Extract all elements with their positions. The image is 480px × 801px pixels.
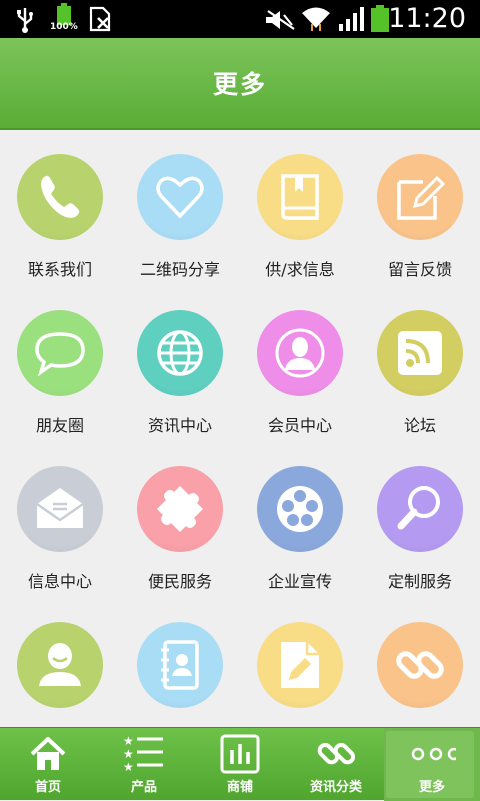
- tab-more[interactable]: 更多: [384, 728, 480, 801]
- rss-icon: [377, 310, 463, 396]
- tab-shops[interactable]: 商铺: [192, 728, 288, 801]
- globe-icon: [137, 310, 223, 396]
- feature-grid: 联系我们 二维码分享 供/求信息 留言反馈 朋友圈 资讯中心 会员中心 论坛 信…: [0, 132, 480, 728]
- grid-item-contacts[interactable]: [120, 600, 240, 728]
- user-profile-icon: [257, 310, 343, 396]
- grid-item-supply-demand[interactable]: 供/求信息: [240, 132, 360, 288]
- grid-item-contact-us[interactable]: 联系我们: [0, 132, 120, 288]
- grid-item-label: 企业宣传: [267, 572, 332, 591]
- tab-home[interactable]: 首页: [0, 728, 96, 801]
- battery-icon: [371, 5, 389, 32]
- title-bar: 更多: [0, 38, 480, 130]
- book-icon: [257, 154, 343, 240]
- signal-icon: [339, 7, 364, 31]
- magnifier-icon: [377, 466, 463, 552]
- list-stars-icon: ★★★: [123, 734, 163, 774]
- grid-item-forum[interactable]: 论坛: [360, 288, 480, 444]
- phone-icon: [17, 154, 103, 240]
- tab-news-categories[interactable]: 资讯分类: [288, 728, 384, 801]
- wifi-icon: [302, 7, 330, 31]
- chat-bubble-icon: [17, 310, 103, 396]
- sim-card-icon: [89, 6, 111, 32]
- link-icon: [317, 742, 356, 765]
- grid-item-message-center[interactable]: 信息中心: [0, 444, 120, 600]
- edit-icon: [377, 154, 463, 240]
- grid-item-link[interactable]: [360, 600, 480, 728]
- tab-label: 产品: [130, 780, 157, 795]
- person-icon: [17, 622, 103, 708]
- tab-label: 资讯分类: [309, 780, 362, 795]
- grid-item-member-center[interactable]: 会员中心: [240, 288, 360, 444]
- svg-text:★: ★: [123, 760, 134, 774]
- home-icon: [30, 737, 66, 770]
- grid-item-label: 会员中心: [267, 416, 332, 435]
- tab-products[interactable]: ★ ★ ★ 产品: [96, 728, 192, 801]
- heart-icon: [137, 154, 223, 240]
- tab-label: 商铺: [226, 780, 253, 795]
- bottom-tab-bar: 首页 ★ ★ ★ 产品 商铺 资讯分类 更多: [0, 727, 480, 801]
- grid-item-user[interactable]: [0, 600, 120, 728]
- grid-item-label: 供/求信息: [265, 260, 335, 279]
- grid-item-label: 联系我们: [27, 260, 92, 279]
- mute-icon: [266, 10, 295, 30]
- svg-text:★: ★: [123, 747, 134, 761]
- grid-item-label: 信息中心: [27, 572, 92, 591]
- contacts-book-icon: [137, 622, 223, 708]
- grid-item-custom-services[interactable]: 定制服务: [360, 444, 480, 600]
- grid-item-label: 便民服务: [147, 572, 212, 591]
- status-bar: 100% 11:20: [0, 0, 480, 38]
- grid-item-corporate-promotion[interactable]: 企业宣传: [240, 444, 360, 600]
- svg-text:★: ★: [123, 734, 134, 748]
- puzzle-icon: [137, 466, 223, 552]
- grid-item-document[interactable]: [240, 600, 360, 728]
- grid-item-label: 定制服务: [387, 572, 452, 591]
- grid-item-convenience-services[interactable]: 便民服务: [120, 444, 240, 600]
- grid-item-moments[interactable]: 朋友圈: [0, 288, 120, 444]
- clock: 11:20: [388, 3, 466, 34]
- bar-chart-icon: [220, 734, 260, 774]
- more-dots-icon: [411, 747, 456, 761]
- grid-item-label: 论坛: [403, 416, 436, 435]
- grid-item-label: 资讯中心: [147, 416, 212, 435]
- link-icon: [377, 622, 463, 708]
- grid-item-news-center[interactable]: 资讯中心: [120, 288, 240, 444]
- document-pen-icon: [257, 622, 343, 708]
- tab-label: 首页: [34, 780, 61, 795]
- usb-icon: [17, 8, 33, 33]
- film-reel-icon: [257, 466, 343, 552]
- page-title: 更多: [212, 70, 267, 99]
- grid-item-qrcode-share[interactable]: 二维码分享: [120, 132, 240, 288]
- grid-item-label: 留言反馈: [387, 260, 452, 279]
- tab-label: 更多: [418, 780, 445, 795]
- mail-icon: [17, 466, 103, 552]
- grid-item-label: 朋友圈: [35, 416, 84, 435]
- grid-item-feedback[interactable]: 留言反馈: [360, 132, 480, 288]
- grid-item-label: 二维码分享: [139, 260, 220, 279]
- battery-percent-label: 100%: [50, 22, 78, 32]
